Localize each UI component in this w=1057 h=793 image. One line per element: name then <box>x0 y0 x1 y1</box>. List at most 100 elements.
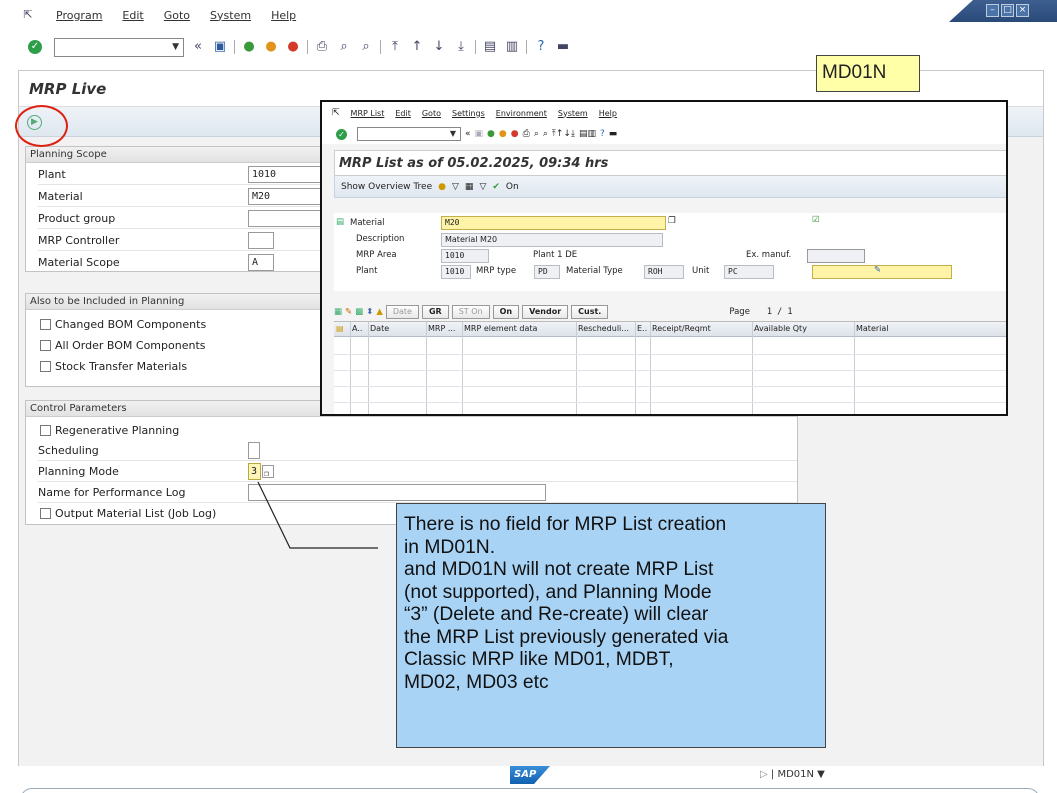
help-icon[interactable]: ? <box>533 39 549 55</box>
minimize-icon[interactable]: – <box>986 4 999 17</box>
save-icon[interactable]: ▣ <box>212 39 228 55</box>
col-rescheduling[interactable]: Rescheduli... <box>578 324 629 333</box>
filter-alt-icon[interactable]: ▽ <box>479 182 486 192</box>
next-page-icon[interactable]: ↓ <box>431 39 447 55</box>
overlay-menu-goto[interactable]: Goto <box>422 109 441 118</box>
plant-input[interactable]: 1010 <box>248 165 328 183</box>
first-page-icon[interactable]: ⤒ <box>387 39 403 55</box>
overlay-save-icon[interactable]: ▣ <box>475 129 484 139</box>
overlay-layout-icon[interactable]: ▬ <box>609 129 618 139</box>
material-check-icon[interactable]: ☑ <box>812 215 820 225</box>
grid-select-icon[interactable]: ▤ <box>336 324 344 333</box>
col-available-qty[interactable]: Available Qty <box>754 324 807 333</box>
maximize-icon[interactable]: □ <box>1001 4 1014 17</box>
perf-log-input[interactable] <box>248 484 546 501</box>
print-icon[interactable]: ⎙ <box>314 39 330 55</box>
scheduling-input[interactable] <box>248 442 260 459</box>
overlay-command-field[interactable]: ▼ <box>357 127 461 141</box>
col-a[interactable]: A.. <box>352 324 362 333</box>
close-icon[interactable]: × <box>1016 4 1029 17</box>
overlay-page-icons[interactable]: ⤒↑↓⤓ <box>552 129 575 139</box>
command-field[interactable]: ▼ <box>54 37 184 57</box>
menu-goto[interactable]: Goto <box>164 9 190 22</box>
exit-icon[interactable]: ● <box>263 39 279 55</box>
product-group-input[interactable] <box>248 209 328 227</box>
grid-sort-icon[interactable]: ⬍ <box>366 307 373 317</box>
col-mrp[interactable]: MRP ... <box>428 324 455 333</box>
col-e[interactable]: E.. <box>637 324 647 333</box>
on-toggle-label[interactable]: On <box>506 182 519 192</box>
overlay-menu-mrp-list[interactable]: MRP List <box>351 109 385 118</box>
exit-menu-icon[interactable]: ⇱ <box>20 7 36 23</box>
grid-color-icon[interactable]: ▩ <box>355 307 363 317</box>
overlay-print-icon[interactable]: ⎙ <box>523 129 530 139</box>
prev-page-icon[interactable]: ↑ <box>409 39 425 55</box>
find-icon[interactable]: ⌕ <box>336 39 352 55</box>
planning-mode-input[interactable]: 3 <box>248 463 261 480</box>
shortcut-icon[interactable]: ▥ <box>504 39 520 55</box>
mrp-controller-input[interactable] <box>248 231 274 249</box>
col-date[interactable]: Date <box>370 324 389 333</box>
enter-check-icon[interactable]: ✓ <box>28 40 42 54</box>
overlay-find-next-icon[interactable]: ⌕ <box>543 129 548 139</box>
find-next-icon[interactable]: ⌕ <box>358 39 374 55</box>
play-icon[interactable]: ▷ <box>760 769 768 780</box>
chevron-down-icon[interactable]: ▼ <box>450 129 456 138</box>
overlay-menu-environment[interactable]: Environment <box>496 109 547 118</box>
st-on-button[interactable]: ST On <box>451 304 490 319</box>
regenerative-checkbox-row[interactable]: Regenerative Planning <box>26 420 797 440</box>
last-page-icon[interactable]: ⤓ <box>453 39 469 55</box>
overlay-session-icon[interactable]: ▤▥ <box>579 129 596 139</box>
transaction-code[interactable]: ▷ | MD01N ▼ <box>760 769 825 780</box>
overlay-menu-edit[interactable]: Edit <box>395 109 411 118</box>
changed-bom-checkbox[interactable] <box>40 319 51 330</box>
person-icon[interactable]: ● <box>438 182 446 192</box>
menu-program[interactable]: Program <box>56 9 102 22</box>
grid-warn-icon[interactable]: ▲ <box>376 307 383 317</box>
value-help-icon[interactable]: ❐ <box>262 465 274 478</box>
material-scope-input[interactable]: A <box>248 253 274 271</box>
col-mrp-element-data[interactable]: MRP element data <box>464 324 537 333</box>
grid-edit-icon[interactable]: ✎ <box>345 307 352 317</box>
back-icon[interactable]: ● <box>241 39 257 55</box>
menu-edit[interactable]: Edit <box>122 9 143 22</box>
overlay-find-icon[interactable]: ⌕ <box>534 129 539 139</box>
stock-transfer-checkbox[interactable] <box>40 361 51 372</box>
output-list-checkbox[interactable] <box>40 507 51 519</box>
on-button[interactable]: On <box>492 304 520 319</box>
overlay-edit-field[interactable] <box>812 265 952 279</box>
vendor-button[interactable]: Vendor <box>522 304 569 319</box>
all-order-bom-checkbox[interactable] <box>40 340 51 351</box>
overlay-enter-icon[interactable]: ✓ <box>336 128 347 140</box>
overlay-exit-circle-icon[interactable]: ● <box>499 129 507 139</box>
gr-button[interactable]: GR <box>421 304 449 319</box>
col-receipt-reqmt[interactable]: Receipt/Reqmt <box>652 324 711 333</box>
layout-icon[interactable]: ▬ <box>555 39 571 55</box>
material-tree-icon[interactable]: ▤ <box>336 217 344 227</box>
config-icon[interactable]: ▦ <box>465 182 474 192</box>
overlay-exit-icon[interactable]: ⇱ <box>332 108 340 118</box>
on-toggle-icon[interactable]: ✔ <box>492 182 500 192</box>
date-button[interactable]: Date <box>385 304 419 319</box>
new-session-icon[interactable]: ▤ <box>482 39 498 55</box>
chevron-down-icon[interactable]: ▼ <box>172 42 179 52</box>
menu-help[interactable]: Help <box>271 9 296 22</box>
overlay-menu-system[interactable]: System <box>558 109 588 118</box>
regenerative-checkbox[interactable] <box>40 424 51 436</box>
cancel-icon[interactable]: ● <box>285 39 301 55</box>
menu-system[interactable]: System <box>210 9 251 22</box>
overlay-material-input[interactable]: M20 <box>441 216 666 230</box>
grid-layout-icon[interactable]: ▦ <box>334 307 342 317</box>
chevron-down-icon[interactable]: ▼ <box>817 769 825 780</box>
overlay-back-icon[interactable]: ● <box>487 129 495 139</box>
overlay-menu-settings[interactable]: Settings <box>452 109 485 118</box>
material-copy-icon[interactable]: ❐ <box>668 216 676 226</box>
overlay-double-chevron-icon[interactable]: « <box>465 129 471 139</box>
col-material[interactable]: Material <box>856 324 889 333</box>
overlay-help-icon[interactable]: ? <box>600 129 605 139</box>
material-input[interactable]: M20 <box>248 187 328 205</box>
cust-button[interactable]: Cust. <box>571 304 609 319</box>
edit-pencil-icon[interactable]: ✎ <box>874 265 881 275</box>
overlay-cancel-icon[interactable]: ● <box>511 129 519 139</box>
double-chevron-icon[interactable]: « <box>190 39 206 55</box>
